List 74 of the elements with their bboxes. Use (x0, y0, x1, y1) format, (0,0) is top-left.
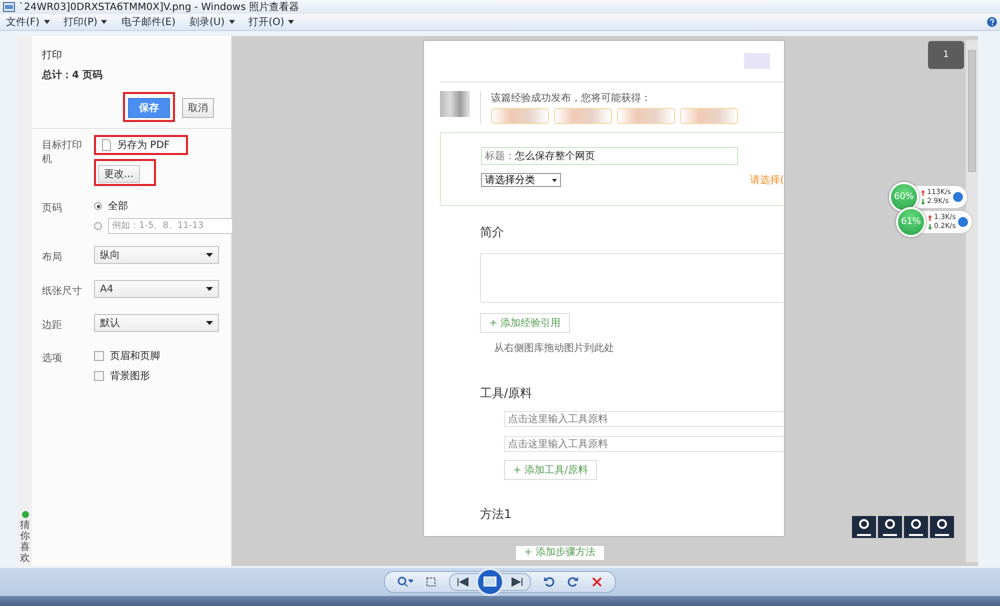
cancel-button[interactable]: 取消 (182, 98, 214, 118)
add-quote-button[interactable]: + 添加经验引用 (480, 313, 570, 333)
download-arrow-icon (921, 198, 925, 204)
reward-card (617, 108, 675, 124)
share-icon[interactable] (904, 516, 928, 538)
field-label: 边距 (42, 318, 63, 332)
radio-button[interactable] (94, 202, 102, 210)
rotate-right-icon[interactable] (567, 576, 579, 588)
add-step-link[interactable]: + 添加步骤方法 (516, 546, 604, 560)
field-label: 目标打印机 (42, 138, 83, 167)
field-label: 选项 (42, 352, 63, 366)
share-icon[interactable] (878, 516, 902, 538)
blurred-image (440, 91, 470, 117)
printer-name: 另存为 PDF (117, 138, 170, 152)
page-number-badge: 1 (928, 41, 964, 69)
page-count: 总计：4 页码 (42, 68, 104, 82)
rotate-left-icon[interactable] (543, 576, 555, 588)
add-tool-button[interactable]: + 添加工具/原料 (504, 460, 597, 480)
checkbox[interactable] (94, 351, 104, 361)
category-hint: 请选择( (750, 174, 784, 187)
field-label: 纸张尺寸 (42, 284, 83, 298)
menu-item[interactable]: 打开(O) (246, 15, 296, 29)
reward-card (491, 108, 549, 124)
dropdown[interactable]: A4 (94, 280, 219, 298)
upload-arrow-icon (921, 190, 925, 196)
window-title: `24WR03]0DRXSTA6TMM0X]V.png - Windows 照片查看器 (19, 0, 299, 14)
dropdown[interactable]: 纵向 (94, 246, 219, 264)
caret-icon (206, 253, 213, 257)
caret-icon (206, 287, 213, 291)
menu-item[interactable]: 打印(P) (62, 15, 110, 29)
menu-item[interactable]: 电子邮件(E) (119, 15, 178, 29)
checkbox-label: 背景图形 (110, 370, 150, 383)
checkbox[interactable] (94, 371, 104, 381)
section-heading: 简介 (480, 224, 505, 241)
reward-card (680, 108, 738, 124)
zoom-icon[interactable] (397, 576, 413, 588)
notice-text: 该篇经验成功发布，您将可能获得： (491, 92, 652, 105)
scrollbar[interactable] (965, 40, 978, 562)
tool-field[interactable]: 点击这里输入工具原料 (504, 411, 784, 427)
dropdown[interactable]: 默认 (94, 314, 219, 332)
share-icon[interactable] (852, 516, 876, 538)
drag-hint: 从右侧图库拖动图片到此处 (494, 342, 615, 355)
side-label: 猜你喜欢 (20, 520, 30, 564)
change-button[interactable]: 更改... (98, 165, 140, 183)
menu-item[interactable]: 文件(F) (4, 15, 52, 29)
delete-icon[interactable] (591, 576, 603, 588)
section-heading: 工具/原料 (480, 385, 534, 402)
radio-button[interactable] (94, 222, 102, 230)
status-dot (22, 511, 28, 518)
blurred-image (744, 53, 770, 69)
checkbox-label: 页眉和页脚 (110, 350, 160, 363)
help-icon[interactable] (987, 17, 997, 27)
memory-gauge: 60% (889, 182, 919, 212)
slideshow-icon[interactable] (476, 568, 504, 596)
actual-size-icon[interactable] (425, 576, 437, 588)
menu-item[interactable]: 刻录(U) (188, 15, 237, 29)
section-heading: 方法1 (480, 506, 513, 523)
title-field[interactable]: 标题：怎么保存整个网页 (481, 147, 738, 165)
tool-field[interactable]: 点击这里输入工具原料 (504, 436, 784, 452)
document-icon (102, 139, 111, 151)
field-label: 页码 (42, 202, 63, 216)
radio-label: 全部 (108, 200, 128, 213)
share-icon[interactable] (930, 516, 954, 538)
memory-gauge: 61% (896, 207, 926, 237)
photo-viewer-icon (3, 2, 15, 12)
caret-icon (552, 178, 557, 182)
caret-icon (206, 321, 213, 325)
dialog-title: 打印 (42, 48, 63, 62)
category-dropdown[interactable]: 请选择分类 (481, 173, 561, 187)
upload-arrow-icon (928, 214, 932, 220)
intro-field[interactable] (480, 253, 784, 303)
reward-card (554, 108, 612, 124)
download-arrow-icon (928, 224, 932, 230)
field-label: 布局 (42, 250, 63, 264)
